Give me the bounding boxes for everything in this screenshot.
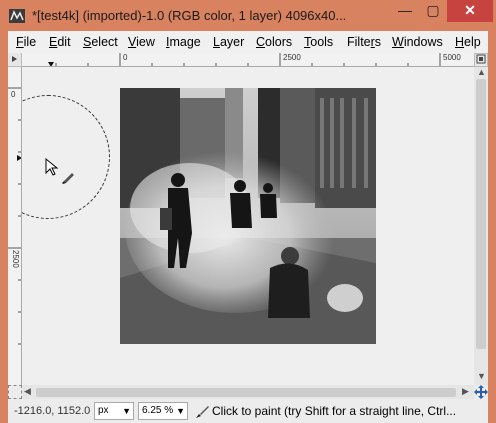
menu-tools[interactable]: Tools: [304, 35, 333, 49]
menu-windows[interactable]: Windows: [392, 35, 443, 49]
zoom-value: 6.25 %: [142, 405, 174, 416]
vruler-label-2500: 2500: [11, 250, 20, 268]
scroll-right-arrow-icon[interactable]: ▶: [462, 386, 469, 397]
menu-image[interactable]: Image: [166, 35, 201, 49]
image-canvas[interactable]: [22, 67, 474, 385]
paintbrush-cursor-icon: [45, 157, 74, 184]
quick-mask-toggle[interactable]: [8, 385, 22, 399]
menu-select[interactable]: Select: [83, 35, 118, 49]
menu-filters[interactable]: Filters: [347, 35, 381, 49]
hruler-label-0: 0: [123, 53, 128, 62]
minimize-button[interactable]: —: [391, 0, 419, 22]
image-window-client: File Edit Select View Image Layer Colors…: [8, 31, 488, 423]
maximize-button[interactable]: ▢: [419, 0, 447, 22]
scroll-up-arrow-icon[interactable]: ▲: [477, 67, 486, 77]
menu-file[interactable]: File: [16, 35, 36, 49]
paintbrush-icon: [196, 406, 209, 418]
navigate-button[interactable]: [474, 53, 488, 67]
street-photo-image: [120, 88, 376, 344]
pointer-coordinates: -1216.0, 1152.0: [14, 405, 91, 417]
move-crosshair-icon[interactable]: [474, 385, 488, 399]
status-bar: -1216.0, 1152.0 px ▼ 6.25 % ▼ Click to p…: [8, 399, 488, 423]
vruler-label-0: 0: [11, 90, 16, 99]
status-message: Click to paint (try Shift for a straight…: [212, 404, 457, 418]
window-title: *[test4k] (imported)-1.0 (RGB color, 1 l…: [32, 8, 347, 23]
horizontal-ruler-ticks: [48, 53, 441, 66]
gimp-window: *[test4k] (imported)-1.0 (RGB color, 1 l…: [0, 0, 496, 423]
menu-bar: File Edit Select View Image Layer Colors…: [8, 31, 488, 53]
horizontal-ruler[interactable]: 0 2500 5000: [22, 53, 474, 67]
hruler-label-2500: 2500: [283, 53, 301, 62]
unit-value: px: [98, 405, 109, 416]
navigate-icon: [476, 54, 486, 64]
vertical-ruler-ticks: [8, 87, 21, 345]
vertical-scrollbar[interactable]: ▲ ▼: [474, 67, 488, 385]
close-button[interactable]: ✕: [447, 0, 493, 22]
scroll-left-arrow-icon[interactable]: ◀: [24, 386, 31, 397]
hruler-label-5000: 5000: [443, 53, 461, 62]
menu-layer[interactable]: Layer: [213, 35, 244, 49]
chevron-down-icon: ▼: [176, 406, 185, 416]
horizontal-scroll-thumb[interactable]: [36, 388, 456, 397]
unit-select[interactable]: px ▼: [94, 402, 134, 420]
menu-help[interactable]: Help: [455, 35, 481, 49]
chevron-down-icon: ▼: [122, 406, 131, 416]
vertical-scroll-thumb[interactable]: [476, 79, 486, 349]
gimp-wilber-icon: [9, 9, 25, 23]
vertical-ruler[interactable]: 0 2500: [8, 67, 22, 385]
menu-edit[interactable]: Edit: [49, 35, 71, 49]
zoom-combo[interactable]: 6.25 % ▼: [138, 402, 188, 420]
title-bar[interactable]: *[test4k] (imported)-1.0 (RGB color, 1 l…: [0, 0, 496, 32]
ruler-corner-menu-button[interactable]: [8, 53, 22, 67]
scroll-down-arrow-icon[interactable]: ▼: [477, 371, 486, 381]
horizontal-scrollbar[interactable]: ◀ ▶: [22, 385, 474, 399]
menu-colors[interactable]: Colors: [256, 35, 292, 49]
menu-view[interactable]: View: [128, 35, 155, 49]
play-arrow-icon: [12, 56, 17, 62]
